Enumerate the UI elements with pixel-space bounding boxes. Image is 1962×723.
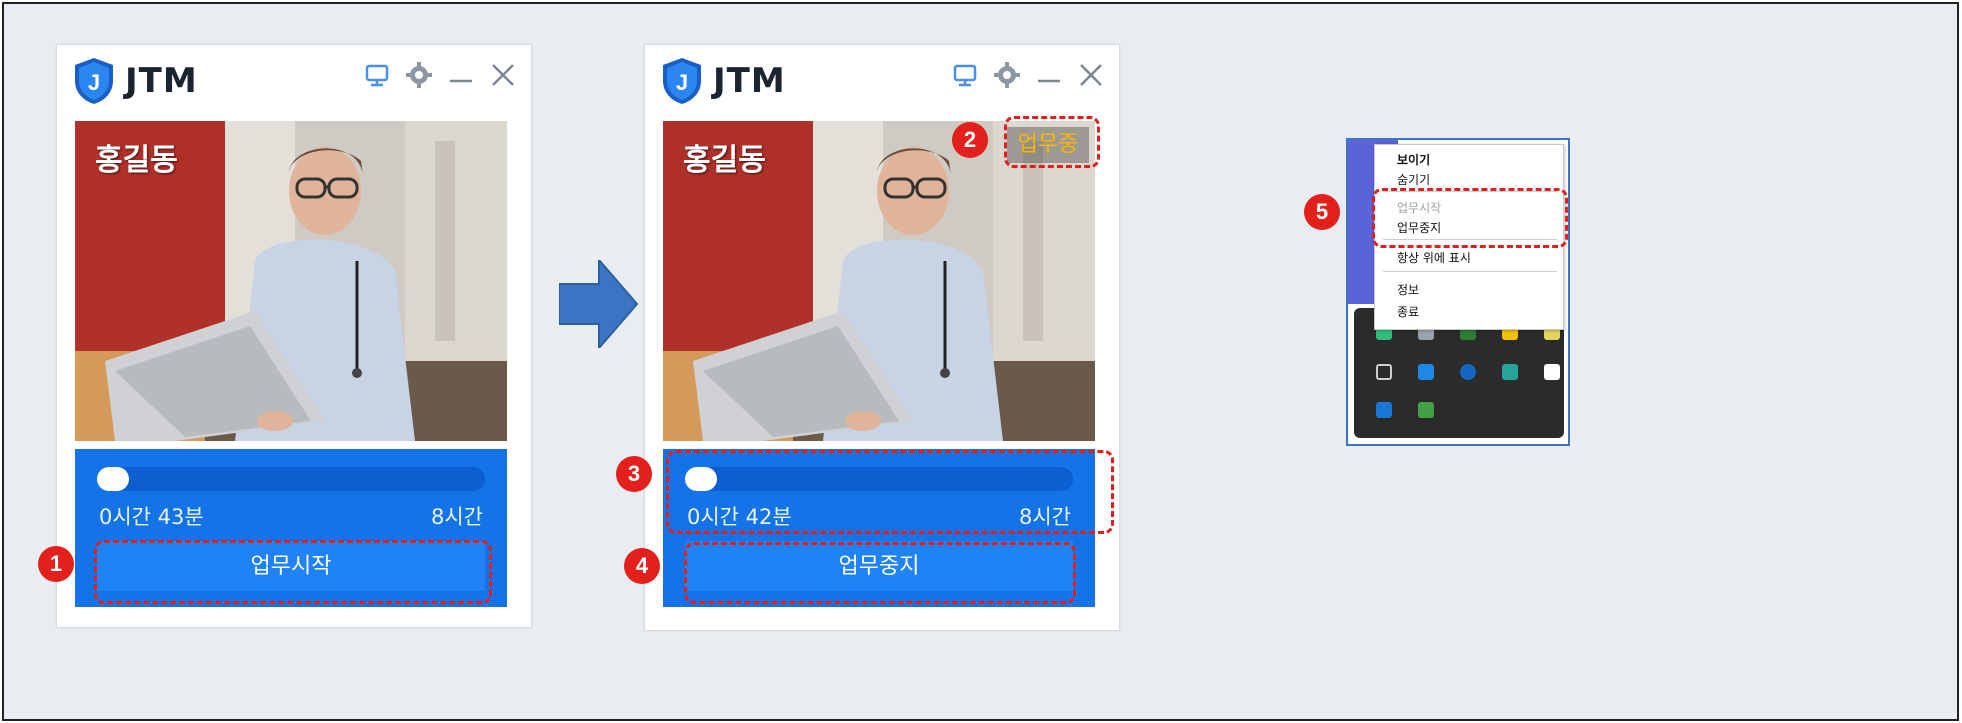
highlight-start-button: [94, 540, 492, 604]
menu-item-info[interactable]: 정보: [1397, 281, 1419, 298]
shield-logo-icon: J: [75, 58, 113, 104]
webcam-photo: 홍길동: [75, 121, 507, 441]
step-marker-5: 5: [1304, 194, 1340, 230]
highlight-progress-area: [666, 450, 1114, 534]
app-title: JTM: [713, 61, 786, 101]
user-name: 홍길동: [95, 143, 178, 178]
webcam-photo: 홍길동 업무중: [663, 121, 1095, 441]
highlight-tray-work-items: [1372, 188, 1568, 248]
monitor-icon[interactable]: [363, 61, 391, 89]
total-hours: 8시간: [430, 505, 483, 529]
close-icon[interactable]: [489, 61, 517, 89]
close-icon[interactable]: [1077, 61, 1105, 89]
menu-item-always-on-top[interactable]: 항상 위에 표시: [1397, 249, 1471, 266]
menu-separator: [1383, 271, 1557, 272]
gear-icon[interactable]: [993, 61, 1021, 89]
canvas: J JTM 홍길동 0시간 43분 8시간 업무시작 1 J JTM 홍길동 업…: [2, 2, 1959, 721]
minimize-icon[interactable]: [447, 61, 475, 89]
monitor-icon[interactable]: [951, 61, 979, 89]
step-marker-2: 2: [952, 122, 988, 158]
arrow-right-icon: [559, 260, 639, 348]
menu-item-exit[interactable]: 종료: [1397, 303, 1419, 320]
gear-icon[interactable]: [405, 61, 433, 89]
elapsed-time: 0시간 43분: [99, 505, 204, 529]
tray-app-icon[interactable]: [1502, 364, 1518, 380]
progress-knob[interactable]: [97, 467, 129, 491]
user-name: 홍길동: [683, 143, 766, 178]
progress-track: [97, 467, 485, 491]
menu-item-show[interactable]: 보이기: [1397, 151, 1430, 168]
usb-icon[interactable]: [1376, 364, 1392, 380]
title-bar[interactable]: J JTM: [645, 45, 1119, 115]
security-check-icon[interactable]: [1418, 402, 1434, 418]
tray-app-icon[interactable]: [1544, 364, 1560, 380]
step-marker-4: 4: [624, 548, 660, 584]
step-marker-3: 3: [616, 456, 652, 492]
outlook-icon[interactable]: [1376, 402, 1392, 418]
app-title: JTM: [125, 61, 198, 101]
step-marker-1: 1: [38, 546, 74, 582]
highlight-status-badge: [1004, 116, 1100, 168]
title-bar[interactable]: J JTM: [57, 45, 531, 115]
bluetooth-icon[interactable]: [1460, 364, 1476, 380]
svg-text:J: J: [676, 70, 688, 95]
shield-logo-icon: J: [663, 58, 701, 104]
system-tray-popup: 보이기 숨기기 업무시작 업무중지 항상 위에 표시 정보 종료: [1346, 138, 1570, 446]
menu-item-hide[interactable]: 숨기기: [1397, 171, 1430, 188]
minimize-icon[interactable]: [1035, 61, 1063, 89]
svg-text:J: J: [88, 70, 100, 95]
highlight-stop-button: [684, 542, 1076, 604]
shield-tray-icon[interactable]: [1418, 364, 1434, 380]
